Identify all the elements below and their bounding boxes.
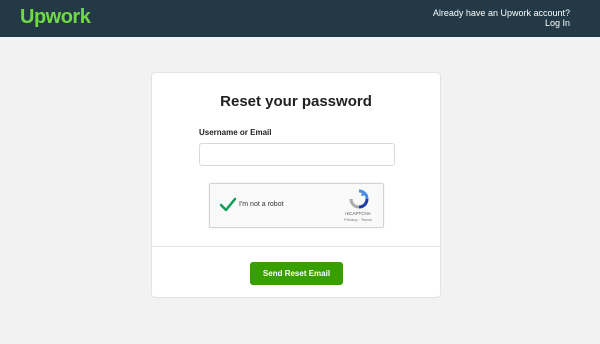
reset-password-card: Reset your password Username or Email I'… — [151, 72, 441, 298]
send-reset-email-button[interactable]: Send Reset Email — [250, 262, 343, 285]
username-email-label: Username or Email — [199, 128, 272, 137]
recaptcha-brand-text: reCAPTCHA — [345, 211, 371, 216]
checkmark-icon[interactable] — [219, 196, 237, 214]
username-email-input[interactable] — [199, 143, 395, 166]
account-prompt-text: Already have an Upwork account? — [432, 8, 570, 18]
login-link[interactable]: Log In — [545, 18, 570, 28]
card-divider — [152, 246, 440, 247]
page-title: Reset your password — [220, 93, 372, 110]
recaptcha-label: I'm not a robot — [239, 201, 284, 208]
recaptcha-privacy-terms-links[interactable]: Privacy - Terms — [338, 217, 378, 222]
recaptcha-widget[interactable]: I'm not a robot reCAPTCHA Privacy - Term… — [209, 183, 384, 228]
recaptcha-logo-icon — [349, 189, 369, 209]
upwork-logo[interactable]: Upwork — [20, 6, 91, 29]
top-navigation-bar: Upwork Already have an Upwork account? L… — [0, 0, 600, 37]
